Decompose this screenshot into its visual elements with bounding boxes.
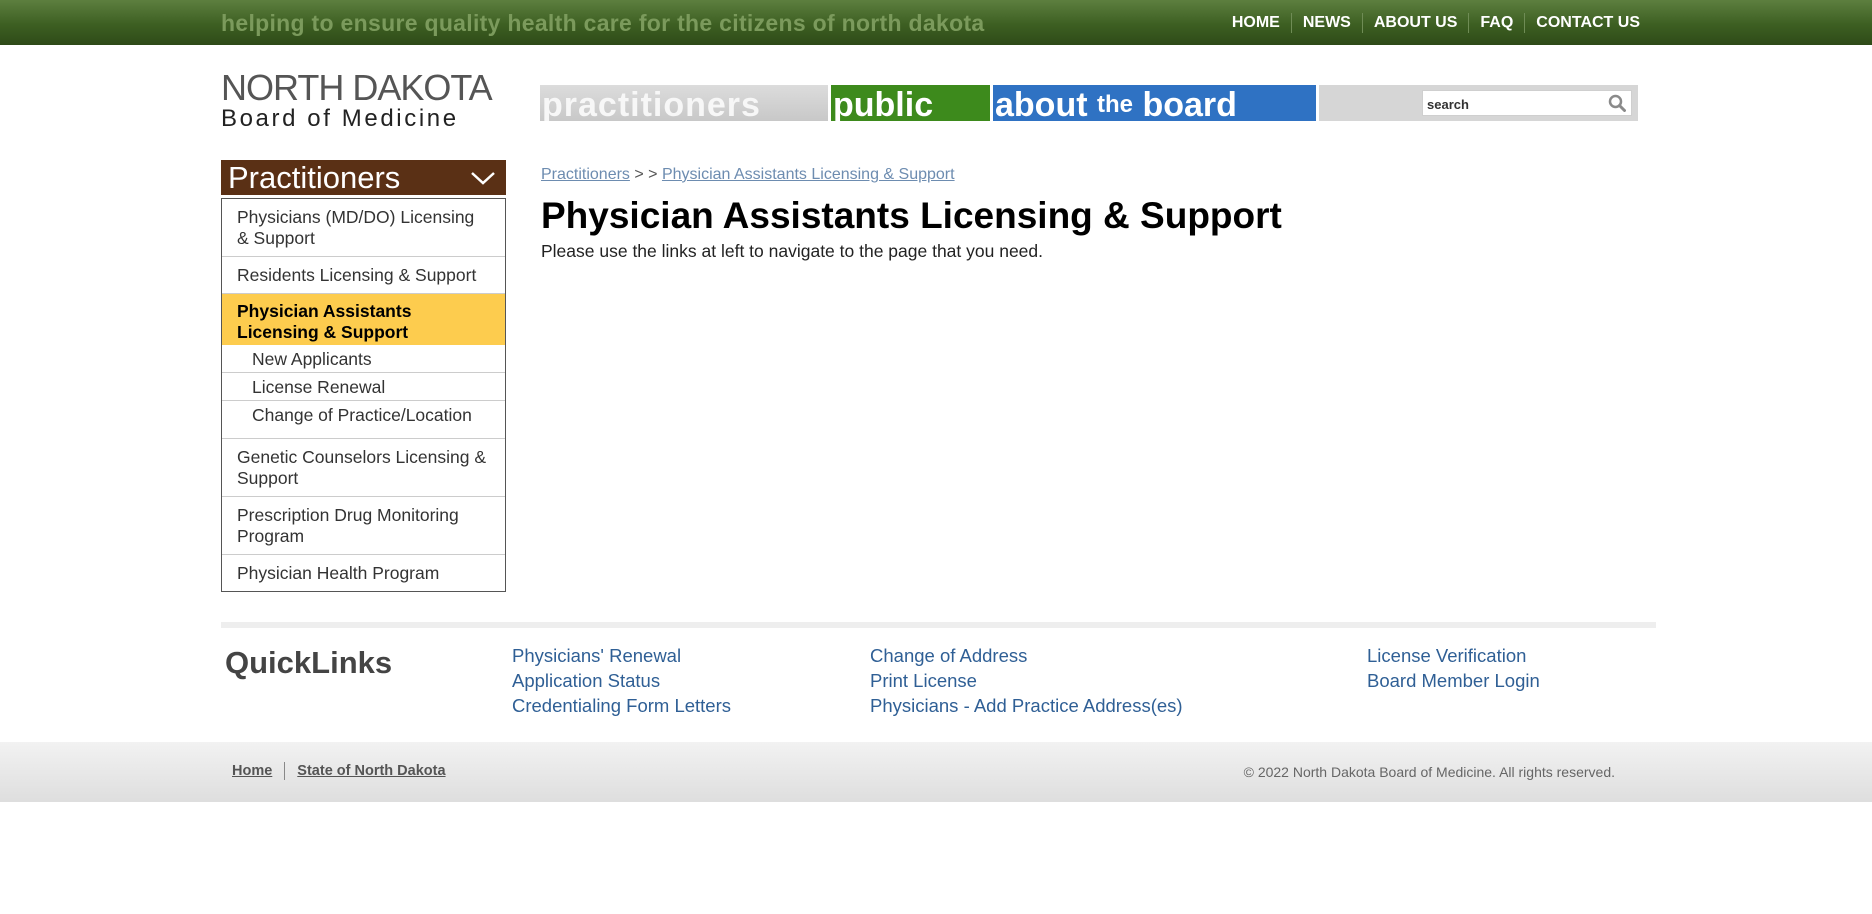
tab-practitioners[interactable]: practitioners — [540, 85, 828, 121]
site-logo[interactable]: NORTH DAKOTA Board of Medicine — [221, 70, 511, 132]
sidebar-subitem-license-renewal[interactable]: License Renewal — [222, 372, 505, 400]
main-nav: practitioners public about the board — [540, 85, 1638, 121]
quicklinks-column-2: Change of Address Print License Physicia… — [870, 643, 1183, 718]
logo-line-1: NORTH DAKOTA — [221, 67, 493, 108]
top-nav-contact-us[interactable]: CONTACT US — [1524, 13, 1640, 33]
top-bar: helping to ensure quality health care fo… — [0, 0, 1872, 45]
sidebar-item-prescription-drug-monitoring[interactable]: Prescription Drug Monitoring Program — [222, 496, 505, 554]
quicklinks-column-3: License Verification Board Member Login — [1367, 643, 1540, 693]
quicklink-application-status[interactable]: Application Status — [512, 668, 731, 693]
tab-practitioners-label: practitioners — [542, 86, 761, 121]
quicklink-credentialing-form-letters[interactable]: Credentialing Form Letters — [512, 693, 731, 718]
sidebar-item-genetic-counselors[interactable]: Genetic Counselors Licensing & Support — [222, 438, 505, 496]
chevron-down-icon — [471, 172, 495, 185]
footer-link-home[interactable]: Home — [232, 762, 284, 780]
sidebar-item-physician-health-program[interactable]: Physician Health Program — [222, 554, 505, 591]
quicklink-board-member-login[interactable]: Board Member Login — [1367, 668, 1540, 693]
tab-about-label-1: about — [995, 86, 1088, 121]
quicklinks-divider — [221, 622, 1656, 628]
sidebar-list: Physicians (MD/DO) Licensing & Support R… — [221, 198, 506, 592]
quicklink-physicians-renewal[interactable]: Physicians' Renewal — [512, 643, 731, 668]
quicklinks-column-1: Physicians' Renewal Application Status C… — [512, 643, 731, 718]
search-input[interactable] — [1422, 90, 1632, 116]
tab-public[interactable]: public — [831, 85, 990, 121]
tab-public-label: public — [833, 86, 934, 121]
page-title: Physician Assistants Licensing & Support — [541, 195, 1282, 236]
top-nav-faq[interactable]: FAQ — [1468, 13, 1524, 33]
breadcrumb: Practitioners > > Physician Assistants L… — [541, 166, 955, 184]
logo-line-2: Board of Medicine — [221, 105, 459, 132]
footer-links: Home State of North Dakota — [232, 762, 458, 780]
quicklink-change-of-address[interactable]: Change of Address — [870, 643, 1183, 668]
top-nav: HOME NEWS ABOUT US FAQ CONTACT US — [1221, 13, 1640, 33]
quicklinks-title: QuickLinks — [225, 645, 393, 680]
footer: Home State of North Dakota © 2022 North … — [0, 742, 1872, 802]
site-tagline: helping to ensure quality health care fo… — [221, 10, 985, 36]
copyright-text: © 2022 North Dakota Board of Medicine. A… — [1243, 764, 1615, 780]
tab-about-label-2: the — [1097, 91, 1133, 118]
footer-link-state-of-north-dakota[interactable]: State of North Dakota — [285, 762, 457, 780]
sidebar-header-label: Practitioners — [228, 160, 401, 195]
breadcrumb-separator: > > — [634, 166, 658, 183]
search-icon[interactable] — [1608, 94, 1626, 112]
sidebar-subitem-change-of-practice[interactable]: Change of Practice/Location — [222, 400, 505, 438]
top-nav-home[interactable]: HOME — [1221, 13, 1291, 33]
tab-about-the-board[interactable]: about the board — [993, 85, 1316, 121]
top-nav-news[interactable]: NEWS — [1290, 13, 1362, 33]
sidebar-item-residents[interactable]: Residents Licensing & Support — [222, 256, 505, 293]
sidebar: Practitioners Physicians (MD/DO) Licensi… — [221, 160, 506, 592]
tab-about-label-3: board — [1142, 86, 1237, 121]
quicklink-add-practice-address[interactable]: Physicians - Add Practice Address(es) — [870, 693, 1183, 718]
breadcrumb-practitioners[interactable]: Practitioners — [541, 166, 630, 183]
top-nav-about-us[interactable]: ABOUT US — [1361, 13, 1469, 33]
sidebar-header[interactable]: Practitioners — [221, 160, 506, 195]
search-area — [1319, 85, 1638, 121]
page-intro: Please use the links at left to navigate… — [541, 241, 1044, 261]
sidebar-subitem-new-applicants[interactable]: New Applicants — [222, 345, 505, 372]
quicklink-print-license[interactable]: Print License — [870, 668, 1183, 693]
sidebar-item-physician-assistants[interactable]: Physician Assistants Licensing & Support — [222, 293, 505, 345]
breadcrumb-current[interactable]: Physician Assistants Licensing & Support — [662, 166, 955, 183]
sidebar-item-physicians[interactable]: Physicians (MD/DO) Licensing & Support — [222, 199, 505, 256]
quicklink-license-verification[interactable]: License Verification — [1367, 643, 1540, 668]
